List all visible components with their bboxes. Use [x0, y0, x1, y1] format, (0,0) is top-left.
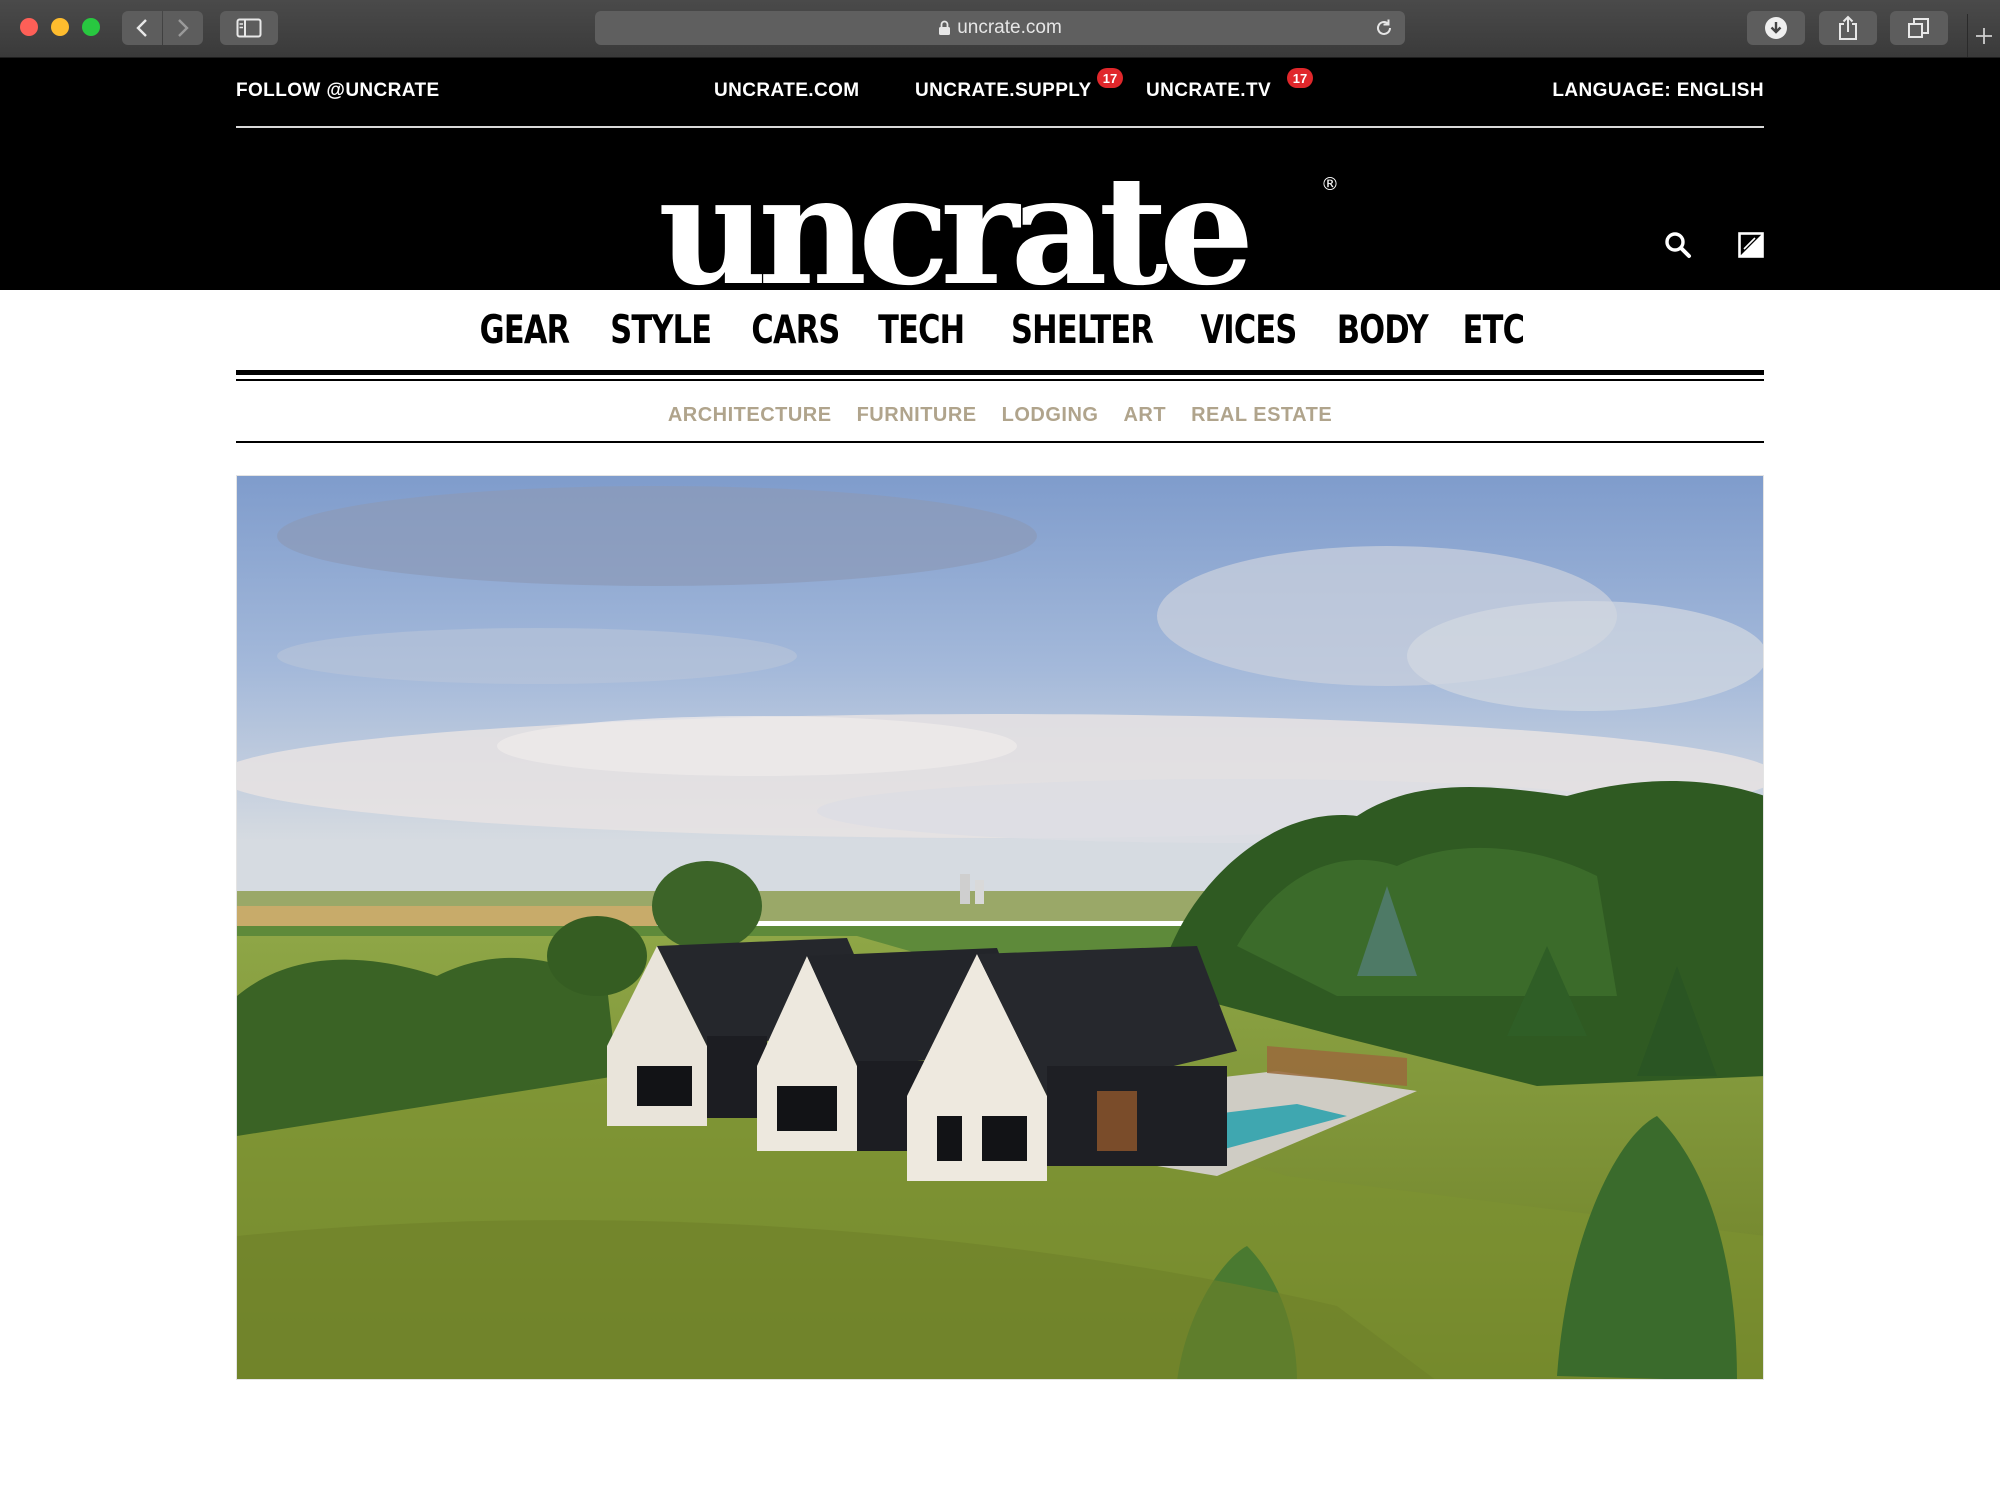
- chevron-left-icon: [136, 19, 147, 37]
- supply-count-badge: 17: [1097, 68, 1123, 88]
- window-minimize-button[interactable]: [51, 18, 69, 36]
- site-logo[interactable]: uncrate ®: [658, 162, 1358, 290]
- nav-etc[interactable]: ETC: [1463, 308, 1525, 353]
- window-close-button[interactable]: [20, 18, 38, 36]
- subnav-art[interactable]: ART: [1123, 404, 1166, 427]
- theme-toggle-icon: [1738, 232, 1764, 258]
- subnav-furniture[interactable]: FURNITURE: [857, 404, 977, 427]
- nav-vices[interactable]: VICES: [1200, 308, 1297, 353]
- utility-bar: FOLLOW @UNCRATE UNCRATE.COM UNCRATE.SUPP…: [236, 58, 1764, 128]
- share-icon: [1839, 15, 1857, 40]
- registered-mark: ®: [1321, 174, 1339, 195]
- nav-body[interactable]: BODY: [1336, 308, 1428, 353]
- download-icon: [1765, 17, 1787, 39]
- downloads-button[interactable]: [1747, 11, 1805, 45]
- address-bar[interactable]: uncrate.com: [595, 11, 1405, 45]
- uncrate-com-link[interactable]: UNCRATE.COM: [714, 80, 859, 102]
- theme-toggle-button[interactable]: [1736, 230, 1766, 260]
- nav-cars[interactable]: CARS: [752, 308, 841, 353]
- follow-link[interactable]: FOLLOW @UNCRATE: [236, 80, 440, 102]
- subnav-lodging[interactable]: LODGING: [1002, 404, 1099, 427]
- window-zoom-button[interactable]: [82, 18, 100, 36]
- category-nav: GEAR STYLE CARS TECH SHELTER VICES BODY …: [236, 290, 1764, 370]
- sidebar-icon: [236, 18, 262, 38]
- uncrate-tv-link[interactable]: UNCRATE.TV: [1146, 80, 1271, 102]
- plus-icon: [1976, 27, 1992, 44]
- url-text: uncrate.com: [957, 17, 1062, 38]
- share-button[interactable]: [1819, 11, 1877, 45]
- tabs-overview-button[interactable]: [1890, 11, 1948, 45]
- nav-shelter[interactable]: SHELTER: [1011, 308, 1154, 353]
- new-tab-button[interactable]: [1967, 14, 2000, 57]
- back-button[interactable]: [122, 11, 162, 45]
- hero-image[interactable]: [236, 475, 1764, 1380]
- lock-icon: [939, 20, 951, 35]
- search-icon: [1665, 232, 1691, 258]
- nav-divider: [236, 370, 1764, 385]
- forward-button[interactable]: [163, 11, 203, 45]
- subnav-real-estate[interactable]: REAL ESTATE: [1191, 404, 1332, 427]
- tabs-icon: [1908, 18, 1929, 38]
- uncrate-supply-link[interactable]: UNCRATE.SUPPLY: [915, 80, 1092, 102]
- chevron-right-icon: [178, 19, 189, 37]
- logo-wordmark: uncrate: [658, 162, 1254, 290]
- sidebar-button[interactable]: [220, 11, 278, 45]
- tv-count-badge: 17: [1287, 68, 1313, 88]
- site-header: FOLLOW @UNCRATE UNCRATE.COM UNCRATE.SUPP…: [0, 58, 2000, 290]
- subnav-architecture[interactable]: ARCHITECTURE: [668, 404, 832, 427]
- subcategory-nav: ARCHITECTURE FURNITURE LODGING ART REAL …: [236, 390, 1764, 440]
- house-landscape-photo: [237, 476, 1763, 1379]
- address-text: uncrate.com: [595, 11, 1405, 45]
- nav-style[interactable]: STYLE: [610, 308, 712, 353]
- subnav-divider: [236, 441, 1764, 443]
- nav-tech[interactable]: TECH: [878, 308, 965, 353]
- browser-toolbar: uncrate.com: [0, 0, 2000, 58]
- history-nav: [122, 11, 203, 45]
- language-selector[interactable]: LANGUAGE: ENGLISH: [1552, 80, 1764, 102]
- nav-gear[interactable]: GEAR: [479, 308, 569, 353]
- search-button[interactable]: [1663, 230, 1693, 260]
- reload-icon[interactable]: [1373, 17, 1395, 39]
